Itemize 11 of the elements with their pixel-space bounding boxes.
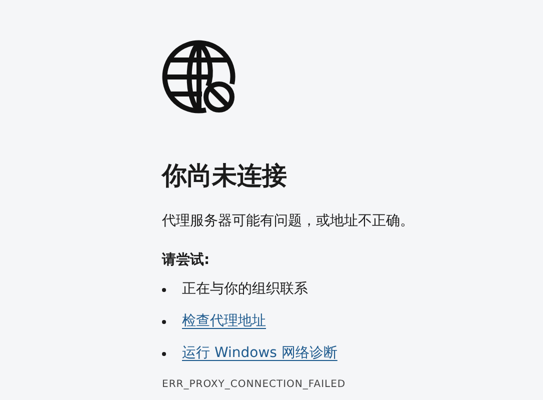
page-heading: 你尚未连接 (162, 160, 288, 192)
error-code: ERR_PROXY_CONNECTION_FAILED (162, 378, 347, 392)
bullet-icon (162, 288, 166, 292)
globe-blocked-icon (162, 40, 236, 114)
suggestion-text: 正在与你的组织联系 (182, 280, 308, 299)
try-heading: 请尝试: (162, 250, 211, 270)
bullet-icon (162, 320, 166, 324)
bullet-icon (162, 352, 166, 356)
suggestion-link[interactable]: 运行 Windows 网络诊断 (182, 343, 338, 364)
suggestion-link[interactable]: 检查代理地址 (182, 311, 266, 332)
error-message: 代理服务器可能有问题，或地址不正确。 (162, 212, 415, 230)
